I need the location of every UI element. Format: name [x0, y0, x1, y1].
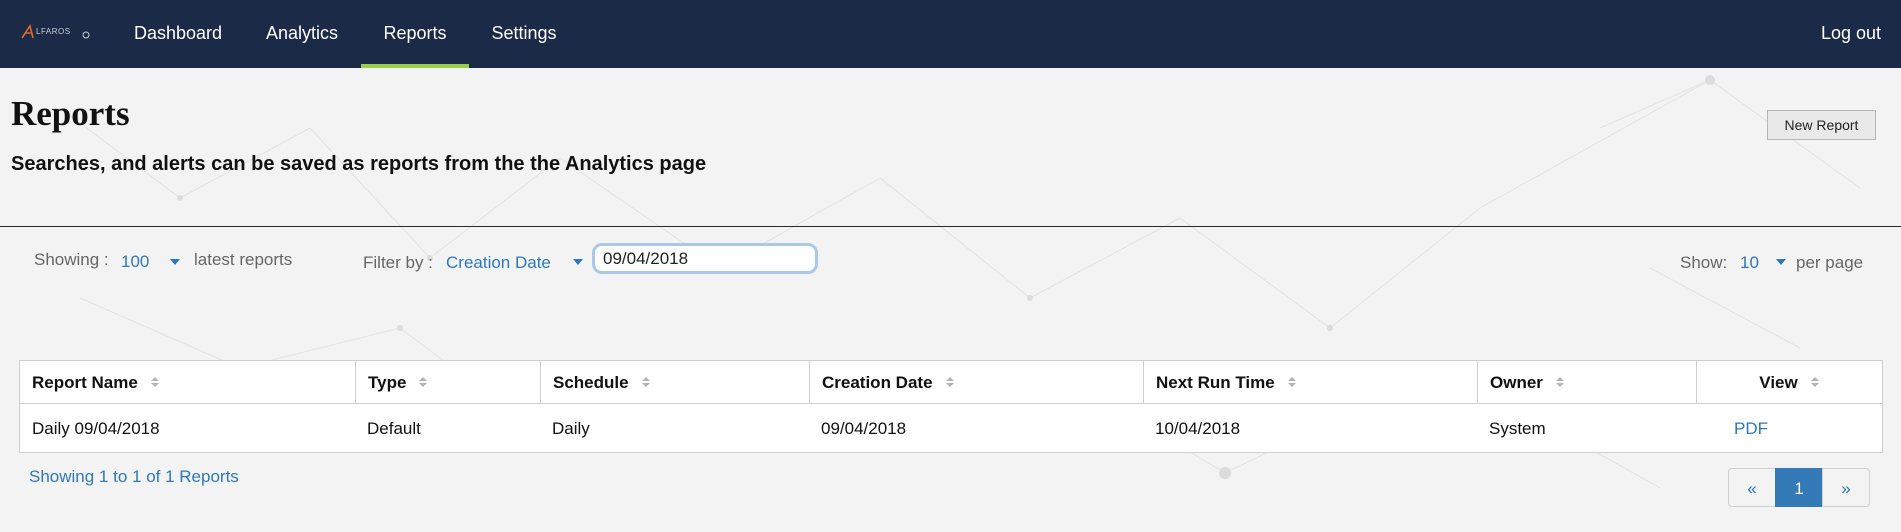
cell-owner: System: [1489, 419, 1546, 438]
next-page-button[interactable]: »: [1822, 468, 1870, 507]
show-label: Show:: [1680, 253, 1728, 272]
sort-icon[interactable]: [945, 375, 955, 389]
showing-suffix: latest reports: [194, 250, 293, 269]
chevron-down-icon[interactable]: [1776, 259, 1786, 265]
page-subtitle: Searches, and alerts can be saved as rep…: [11, 153, 707, 175]
showing-select[interactable]: 100: [121, 252, 149, 272]
page-title: Reports: [11, 94, 130, 133]
chevron-down-icon[interactable]: [170, 259, 180, 265]
cell-creation-date: 09/04/2018: [821, 419, 907, 438]
pdf-link[interactable]: PDF: [1722, 405, 1768, 452]
column-header-type[interactable]: Type: [355, 361, 540, 404]
chevron-down-icon[interactable]: [573, 259, 583, 265]
header-divider: [0, 226, 1901, 227]
top-navbar: LFAROS Dashboard Analytics Reports Setti…: [0, 0, 1901, 68]
per-page-select[interactable]: 10: [1740, 253, 1759, 273]
cell-next-run-time: 10/04/2018: [1155, 419, 1241, 438]
column-header-report-name[interactable]: Report Name: [20, 361, 355, 404]
new-report-button[interactable]: New Report: [1767, 110, 1876, 140]
cell-schedule: Daily: [552, 419, 590, 438]
sort-icon[interactable]: [1555, 375, 1565, 389]
prev-page-button[interactable]: «: [1728, 468, 1776, 507]
column-header-schedule[interactable]: Schedule: [540, 361, 810, 404]
sort-icon[interactable]: [1287, 375, 1297, 389]
table-row: Daily 09/04/2018 Default Daily 09/04/201…: [20, 405, 1882, 452]
cell-report-name: Daily 09/04/2018: [32, 419, 160, 438]
nav-item-reports[interactable]: Reports: [361, 0, 469, 68]
logo-text: LFAROS: [36, 27, 71, 36]
column-header-owner[interactable]: Owner: [1477, 361, 1696, 404]
table-header: Report Name Type Schedule Creation Date …: [20, 361, 1882, 404]
sort-icon[interactable]: [418, 375, 428, 389]
filter-date-input[interactable]: [592, 243, 818, 274]
cell-type: Default: [367, 419, 421, 438]
sort-icon[interactable]: [641, 375, 651, 389]
background-network-pattern: [59, 75, 1861, 489]
column-header-view[interactable]: View: [1696, 361, 1882, 404]
pagination: « 1 »: [1728, 468, 1870, 507]
filter-label: Filter by :: [363, 253, 433, 272]
show-suffix: per page: [1796, 253, 1864, 272]
column-header-next-run-time[interactable]: Next Run Time: [1143, 361, 1477, 404]
nav-item-settings[interactable]: Settings: [475, 0, 573, 68]
showing-label: Showing :: [34, 250, 109, 269]
nav-item-dashboard[interactable]: Dashboard: [114, 0, 242, 68]
sort-icon[interactable]: [150, 375, 160, 389]
filter-select[interactable]: Creation Date: [446, 253, 551, 273]
nav-item-analytics[interactable]: Analytics: [248, 0, 356, 68]
page-button-1[interactable]: 1: [1775, 468, 1823, 507]
sort-icon[interactable]: [1810, 375, 1820, 389]
reports-table: Report Name Type Schedule Creation Date …: [19, 360, 1883, 453]
column-header-creation-date[interactable]: Creation Date: [809, 361, 1143, 404]
logout-link[interactable]: Log out: [1821, 0, 1881, 68]
table-summary: Showing 1 to 1 of 1 Reports: [29, 467, 239, 486]
